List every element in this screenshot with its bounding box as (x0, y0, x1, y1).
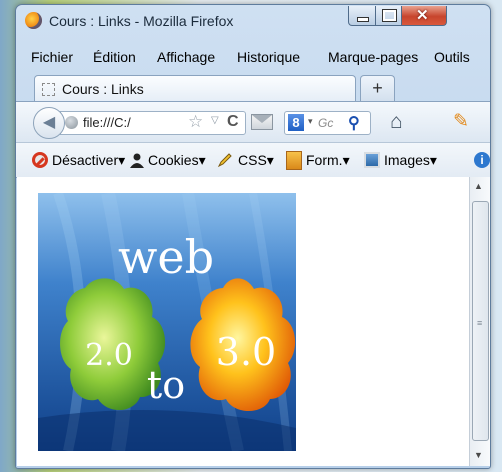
image-3-0-text: 3.0 (216, 330, 276, 374)
back-arrow-icon: ◀ (42, 114, 56, 131)
url-text: file:///C:/ (83, 115, 131, 130)
minimize-icon (357, 17, 369, 22)
title-bar: Cours : Links - Mozilla Firefox ✕ (16, 5, 490, 35)
search-engine-icon[interactable]: 8 (288, 114, 304, 131)
menu-marque-pages[interactable]: Marque-pages (328, 49, 418, 65)
search-engine-dropdown-icon[interactable]: ▾ (308, 116, 313, 127)
navigation-toolbar: file:///C:/ ☆ ▽ C ◀ 8 ▾ Gc ⚲ ⌂ ✎ (16, 101, 490, 142)
addon-icon[interactable]: ✎ (453, 110, 469, 133)
maximize-icon (382, 9, 397, 22)
page-favicon-icon (42, 83, 55, 96)
minimize-button[interactable] (348, 6, 376, 26)
url-history-dropdown-icon[interactable]: ▽ (211, 115, 219, 126)
search-input[interactable]: Gc (318, 116, 333, 130)
web-developer-toolbar: Désactiver▾ Cookies▾ CSS▾ Form.▾ Images▾… (16, 142, 490, 178)
css-pencil-icon (217, 152, 233, 168)
globe-icon (65, 116, 78, 129)
scroll-down-icon[interactable]: ▼ (474, 450, 483, 460)
menu-fichier[interactable]: Fichier (31, 49, 73, 65)
firefox-logo-icon (25, 12, 42, 29)
search-icon[interactable]: ⚲ (348, 113, 360, 133)
devbar-form[interactable]: Form.▾ (306, 152, 350, 169)
scroll-grip-icon: ≡ (477, 318, 483, 328)
vertical-scrollbar[interactable]: ▲ ≡ ▼ (469, 177, 490, 466)
new-tab-button[interactable]: + (360, 75, 395, 101)
tab-strip: Cours : Links + (16, 71, 490, 101)
devbar-css[interactable]: CSS▾ (238, 152, 274, 169)
form-icon (286, 151, 302, 170)
devbar-cookies[interactable]: Cookies▾ (148, 152, 206, 169)
menu-edition[interactable]: Édition (93, 49, 136, 65)
back-button[interactable]: ◀ (33, 107, 65, 139)
close-icon: ✕ (416, 7, 429, 24)
menu-historique[interactable]: Historique (237, 49, 300, 65)
mail-icon[interactable] (251, 114, 273, 130)
image-icon (364, 152, 380, 168)
menu-affichage[interactable]: Affichage (157, 49, 215, 65)
window-title: Cours : Links - Mozilla Firefox (49, 13, 234, 29)
tab-label: Cours : Links (62, 81, 144, 97)
devbar-images[interactable]: Images▾ (384, 152, 437, 169)
devbar-desactiver[interactable]: Désactiver▾ (52, 152, 125, 169)
search-box[interactable]: 8 ▾ Gc ⚲ (284, 111, 371, 135)
menu-bar: Fichier Édition Affichage Historique Mar… (16, 49, 490, 69)
info-icon[interactable]: i (474, 152, 490, 168)
scrollbar-thumb[interactable]: ≡ (472, 201, 489, 441)
maximize-button[interactable] (375, 6, 402, 26)
disable-icon (32, 152, 48, 168)
tab-cours-links[interactable]: Cours : Links (34, 75, 356, 101)
web-2-to-3-image: web 2.0 to 3.0 (38, 193, 296, 451)
image-2-0-text: 2.0 (85, 338, 133, 373)
home-icon[interactable]: ⌂ (390, 110, 403, 134)
bookmark-star-icon[interactable]: ☆ (188, 112, 203, 132)
cookie-icon (129, 152, 145, 168)
image-to-text: to (147, 363, 185, 407)
menu-outils[interactable]: Outils (434, 49, 470, 65)
close-button[interactable]: ✕ (401, 6, 447, 26)
page-content: web 2.0 to 3.0 (17, 177, 469, 466)
reload-icon[interactable]: C (227, 113, 239, 131)
scroll-up-icon[interactable]: ▲ (474, 181, 483, 191)
url-bar[interactable]: file:///C:/ ☆ ▽ C (60, 111, 246, 135)
image-web-text: web (118, 230, 214, 284)
firefox-window: Cours : Links - Mozilla Firefox ✕ Fichie… (15, 4, 491, 469)
